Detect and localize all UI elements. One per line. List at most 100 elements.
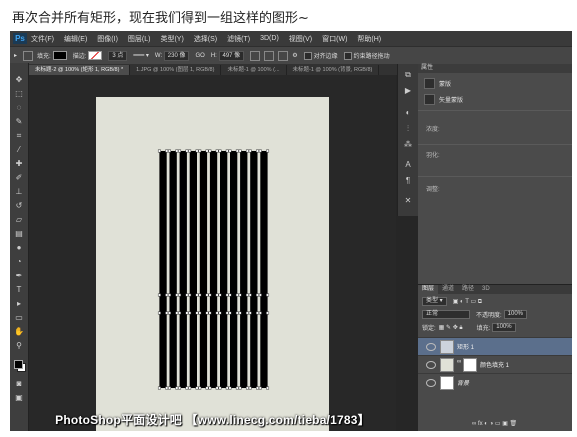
path-anchor-point[interactable] (198, 149, 202, 153)
color-swatches[interactable] (14, 360, 26, 372)
character-panel-icon[interactable]: A (403, 160, 413, 169)
path-anchor-point[interactable] (225, 149, 229, 153)
path-anchor-point[interactable] (215, 293, 219, 297)
path-anchor-point[interactable] (178, 386, 182, 390)
align-edges-checkbox[interactable] (303, 51, 312, 60)
path-anchor-point[interactable] (168, 386, 171, 390)
rectangle-stripe[interactable] (179, 151, 187, 388)
foreground-color-swatch[interactable] (14, 360, 23, 369)
path-anchor-point[interactable] (266, 386, 270, 390)
path-anchor-point[interactable] (218, 293, 222, 297)
path-anchor-point[interactable] (228, 293, 232, 297)
rectangle-stripe[interactable] (189, 151, 197, 388)
menu-file[interactable]: 文件(F) (31, 34, 54, 44)
path-arrange-icon[interactable] (278, 50, 289, 61)
path-anchor-point[interactable] (205, 293, 209, 297)
menu-type[interactable]: 类型(Y) (160, 34, 183, 44)
menu-layer[interactable]: 图层(L) (128, 34, 151, 44)
path-anchor-point[interactable] (266, 293, 270, 297)
lasso-tool-icon[interactable]: ◌ (14, 103, 24, 112)
path-anchor-point[interactable] (225, 386, 229, 390)
vector-mask-button[interactable] (424, 94, 435, 105)
path-anchor-point[interactable] (245, 311, 249, 315)
menu-view[interactable]: 视图(V) (289, 34, 312, 44)
paragraph-panel-icon[interactable]: ¶ (403, 176, 413, 185)
path-anchor-point[interactable] (208, 293, 212, 297)
menu-3d[interactable]: 3D(D) (260, 35, 279, 42)
path-anchor-point[interactable] (178, 293, 182, 297)
path-anchor-point[interactable] (258, 149, 262, 153)
path-select-tool-icon[interactable]: ▸ (14, 52, 17, 59)
path-anchor-point[interactable] (248, 386, 252, 390)
tab-3d[interactable]: 3D (478, 285, 494, 294)
adjustments-panel-icon[interactable]: ◐ (403, 108, 413, 117)
blur-tool-icon[interactable]: ● (14, 243, 24, 252)
shape-mode-icon[interactable] (23, 50, 34, 61)
path-anchor-point[interactable] (258, 311, 262, 315)
path-anchor-point[interactable] (256, 386, 259, 390)
align-panel-icon[interactable]: ⫶ (403, 124, 413, 133)
tab-document-3[interactable]: 未标题-1 @ 100% (... (221, 65, 287, 75)
brush-tool-icon[interactable]: ✐ (14, 173, 24, 182)
path-anchor-point[interactable] (195, 293, 199, 297)
path-anchor-point[interactable] (188, 149, 192, 153)
crop-tool-icon[interactable]: ⌗ (14, 131, 24, 140)
path-anchor-point[interactable] (228, 149, 232, 153)
layer-row-shape[interactable]: 矩形 1 (418, 337, 572, 355)
path-anchor-point[interactable] (175, 293, 179, 297)
path-anchor-point[interactable] (165, 311, 169, 315)
path-anchor-point[interactable] (258, 293, 262, 297)
eyedropper-tool-icon[interactable]: ⁄ (14, 145, 24, 154)
history-panel-icon[interactable]: ⧉ (403, 70, 413, 79)
width-field[interactable]: 230 像 (163, 50, 190, 61)
filter-icons[interactable]: ▣ ◐ T ▭ ⧉ (453, 298, 482, 306)
rectangle-tool-icon[interactable]: ▭ (14, 313, 24, 322)
path-anchor-point[interactable] (266, 311, 270, 315)
path-anchor-point[interactable] (175, 311, 179, 315)
path-anchor-point[interactable] (165, 149, 169, 153)
opacity-field[interactable]: 100% (503, 310, 528, 319)
path-anchor-point[interactable] (165, 386, 169, 390)
type-tool-icon[interactable]: T (14, 285, 24, 294)
quick-select-tool-icon[interactable]: ✎ (14, 117, 24, 126)
actions-panel-icon[interactable]: ▶ (403, 86, 413, 95)
path-anchor-point[interactable] (178, 311, 182, 315)
path-anchor-point[interactable] (266, 149, 270, 153)
fill-swatch[interactable] (52, 51, 67, 60)
layer-row-fill[interactable]: ∞ 颜色填充 1 (418, 355, 572, 373)
screen-mode-icon[interactable]: ▣ (14, 393, 24, 402)
path-anchor-point[interactable] (195, 386, 199, 390)
rectangle-stripe[interactable] (199, 151, 208, 388)
menu-filter[interactable]: 滤镜(T) (227, 34, 250, 44)
path-anchor-point[interactable] (168, 293, 171, 297)
rectangle-stripe[interactable] (169, 151, 177, 388)
path-anchor-point[interactable] (228, 311, 232, 315)
path-anchor-point[interactable] (178, 149, 182, 153)
path-anchor-point[interactable] (165, 293, 169, 297)
path-anchor-point[interactable] (248, 311, 252, 315)
path-anchor-point[interactable] (208, 311, 212, 315)
path-anchor-point[interactable] (235, 311, 239, 315)
path-anchor-point[interactable] (208, 386, 212, 390)
eraser-tool-icon[interactable]: ▱ (14, 215, 24, 224)
path-anchor-point[interactable] (195, 149, 199, 153)
constrain-path-checkbox[interactable] (343, 51, 352, 60)
path-anchor-point[interactable] (228, 386, 232, 390)
path-anchor-point[interactable] (188, 386, 192, 390)
gear-icon[interactable]: ⚙ (292, 52, 297, 59)
path-anchor-point[interactable] (238, 386, 242, 390)
history-brush-icon[interactable]: ↺ (14, 201, 24, 210)
menu-help[interactable]: 帮助(H) (357, 34, 381, 44)
path-anchor-point[interactable] (175, 149, 179, 153)
path-anchor-point[interactable] (256, 149, 259, 153)
tab-paths[interactable]: 路径 (458, 285, 478, 294)
visibility-eye-icon[interactable] (426, 378, 436, 387)
path-anchor-point[interactable] (235, 149, 239, 153)
path-anchor-point[interactable] (215, 149, 219, 153)
gradient-tool-icon[interactable]: ▤ (14, 229, 24, 238)
tab-layers[interactable]: 图层 (418, 285, 439, 294)
path-anchor-point[interactable] (215, 311, 219, 315)
rectangle-stripe[interactable] (230, 151, 238, 388)
path-anchor-point[interactable] (198, 293, 202, 297)
tool-presets-icon[interactable]: ✕ (403, 196, 413, 205)
